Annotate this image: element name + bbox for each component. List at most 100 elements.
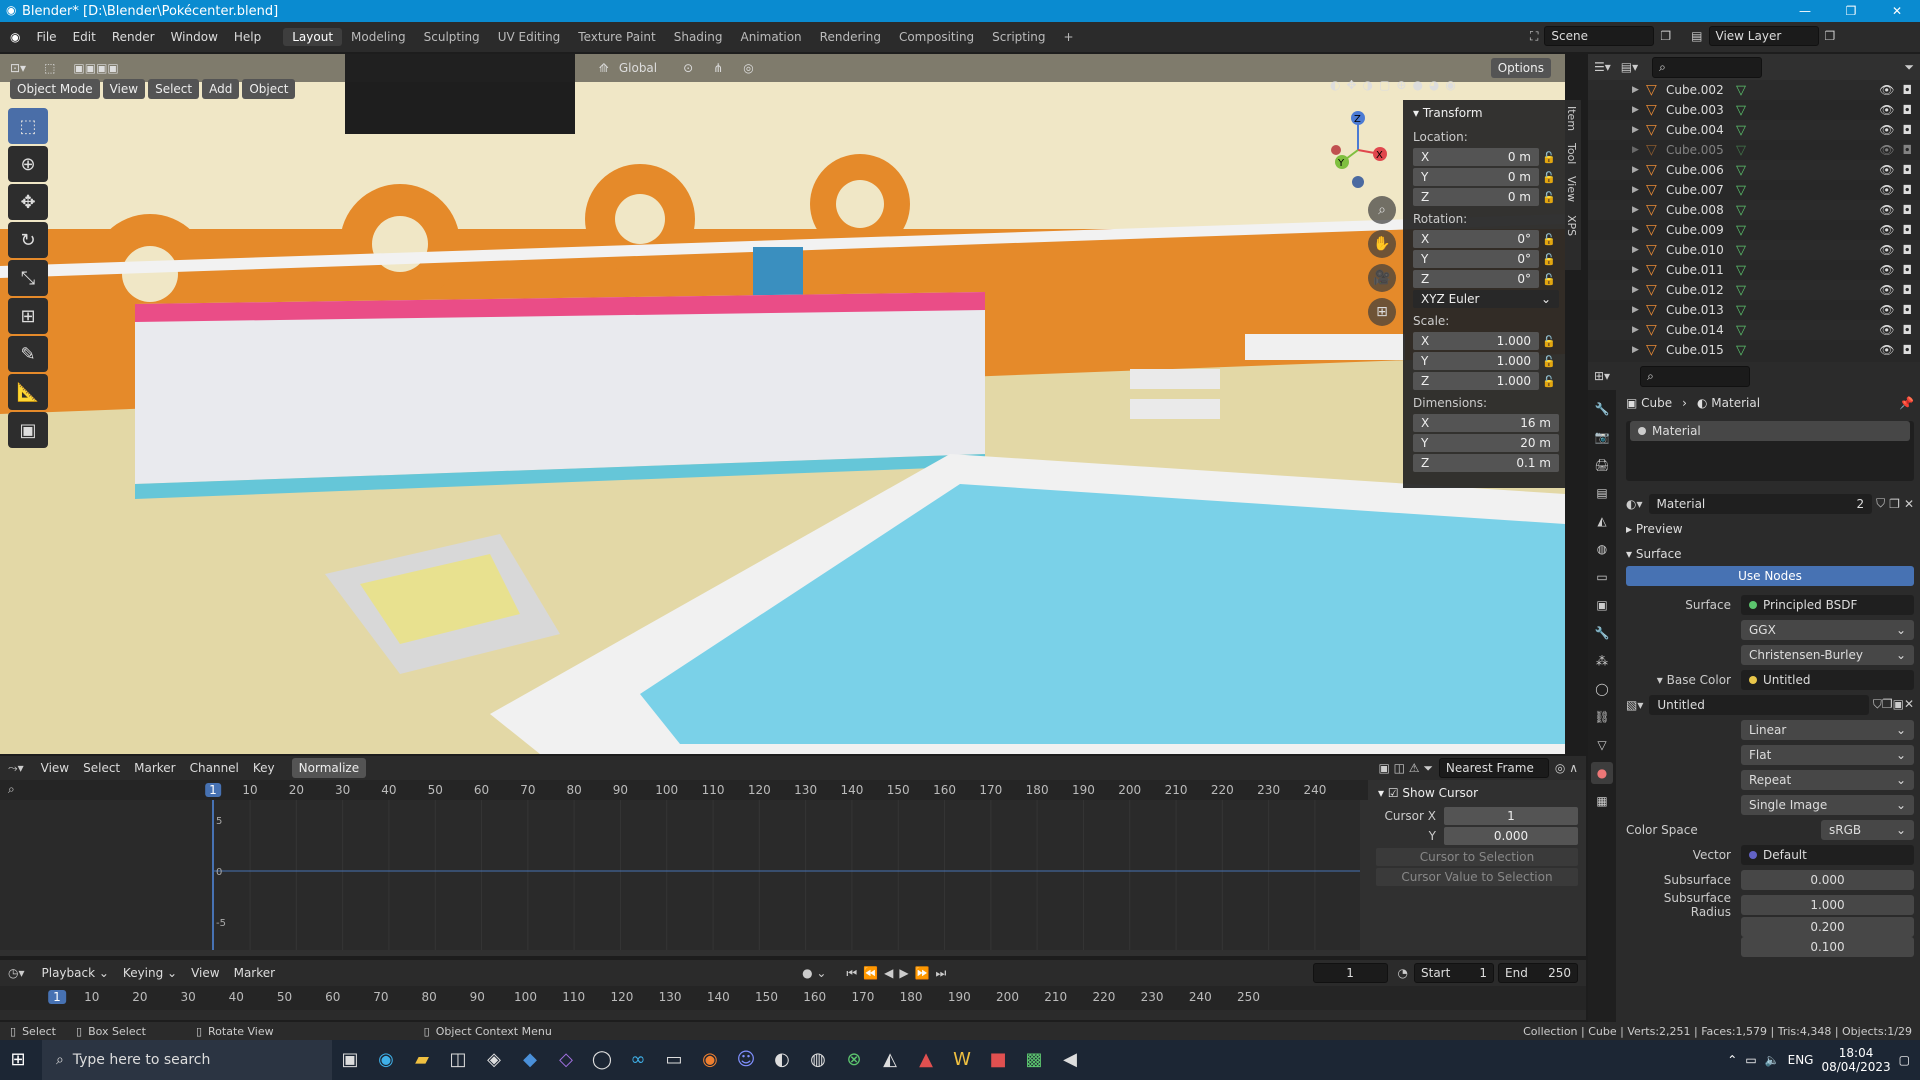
rendered-shading-icon[interactable]: ◉ <box>1445 78 1455 92</box>
eye-icon[interactable]: 👁 <box>1879 83 1894 97</box>
tray-chevron-icon[interactable]: ⌃ <box>1727 1053 1737 1067</box>
menu-object[interactable]: Object <box>242 79 296 99</box>
discord-icon[interactable]: ☺ <box>728 1040 764 1080</box>
source-dropdown[interactable]: Single Image ⌄ <box>1741 794 1914 815</box>
vscode-icon[interactable]: ◆ <box>512 1040 548 1080</box>
fake-user-icon[interactable]: ⛉ <box>1876 496 1885 511</box>
steam-icon[interactable]: ◐ <box>764 1040 800 1080</box>
add-workspace-icon[interactable]: + <box>1055 28 1083 46</box>
camera-icon[interactable]: ◘ <box>1903 183 1913 197</box>
outliner-item[interactable]: ▶ ▽ Cube.005 ▽ 👁 ◘ <box>1588 140 1920 160</box>
terminal-icon[interactable]: ▭ <box>656 1040 692 1080</box>
tab-xps[interactable]: XPS <box>1565 209 1578 242</box>
particles-tab-icon[interactable]: ⁂ <box>1591 650 1613 672</box>
view-layer-tab-icon[interactable]: ▤ <box>1591 482 1613 504</box>
dimensions-x-field[interactable]: X 16 m <box>1413 414 1559 432</box>
location-x-field[interactable]: X0 m <box>1413 148 1539 166</box>
arduino-icon[interactable]: ∞ <box>620 1040 656 1080</box>
outliner-item[interactable]: ▶ ▽ Cube.013 ▽ 👁 ◘ <box>1588 300 1920 320</box>
outliner-item[interactable]: ▶ ▽ Cube.008 ▽ 👁 ◘ <box>1588 200 1920 220</box>
lock-icon[interactable]: 🔓 <box>1539 151 1559 164</box>
mesh-data-icon[interactable]: ▽ <box>1736 223 1756 238</box>
blender-menu-icon[interactable]: ◉ <box>0 30 28 44</box>
expand-icon[interactable]: ▶ <box>1632 205 1646 215</box>
projection-dropdown[interactable]: Flat ⌄ <box>1741 744 1914 765</box>
proportional-edit-icon[interactable]: ◎ <box>743 61 753 75</box>
eye-icon[interactable]: 👁 <box>1879 283 1894 297</box>
modifier-tab-icon[interactable]: 🔧 <box>1591 622 1613 644</box>
surface-shader-field[interactable]: Principled BSDF <box>1741 594 1914 615</box>
constraints-tab-icon[interactable]: ⛓ <box>1591 706 1613 728</box>
network-icon[interactable]: ▭ <box>1745 1053 1756 1067</box>
collection-tab-icon[interactable]: ▭ <box>1591 566 1613 588</box>
scene-tab-icon[interactable]: ◭ <box>1591 510 1613 532</box>
subsurface-field[interactable]: 0.000 <box>1741 869 1914 890</box>
selection-modes-icon[interactable]: ▣▣▣▣ <box>73 61 118 75</box>
camera-icon[interactable]: ◘ <box>1903 223 1913 237</box>
lock-icon[interactable]: 🔓 <box>1539 273 1559 286</box>
tab-compositing[interactable]: Compositing <box>890 28 983 46</box>
graph-area[interactable]: 5 0 -5 <box>0 800 1409 950</box>
adobe-icon[interactable]: ▲ <box>908 1040 944 1080</box>
store-icon[interactable]: ◫ <box>440 1040 476 1080</box>
filter-icon[interactable]: ⏷ <box>1904 60 1914 75</box>
perspective-grid-icon[interactable]: ⊞ <box>1368 298 1396 326</box>
preview-range-icon[interactable]: ◔ <box>1398 966 1408 980</box>
rotation-z-field[interactable]: Z 0° <box>1413 270 1539 288</box>
lock-icon[interactable]: 🔓 <box>1539 233 1559 246</box>
graph-menu-channel[interactable]: Channel <box>183 759 246 777</box>
outliner-item[interactable]: ▶ ▽ Cube.006 ▽ 👁 ◘ <box>1588 160 1920 180</box>
tab-scripting[interactable]: Scripting <box>983 28 1054 46</box>
new-scene-icon[interactable]: ❐ <box>1660 29 1671 43</box>
mesh-data-icon[interactable]: ▽ <box>1736 283 1756 298</box>
camera-icon[interactable]: ◘ <box>1903 103 1913 117</box>
expand-icon[interactable]: ▶ <box>1632 185 1646 195</box>
mesh-data-icon[interactable]: ▽ <box>1736 263 1756 278</box>
expand-icon[interactable]: ▶ <box>1632 125 1646 135</box>
duplicate-icon[interactable]: ❐ <box>1889 497 1900 511</box>
dimensions-z-field[interactable]: Z 0.1 m <box>1413 454 1559 472</box>
outliner-editor-icon[interactable]: ☰▾ <box>1594 60 1611 74</box>
expand-icon[interactable]: ▶ <box>1632 145 1646 155</box>
scale-y-field[interactable]: Y 1.000 <box>1413 352 1539 370</box>
eye-icon[interactable]: 👁 <box>1879 243 1894 257</box>
eye-icon[interactable]: 👁 <box>1879 263 1894 277</box>
subsurface-radius-z[interactable]: 0.100 <box>1741 937 1914 957</box>
move-tool-icon[interactable]: ✥ <box>8 184 48 220</box>
menu-window[interactable]: Window <box>163 30 226 44</box>
keying-menu[interactable]: Keying ⌄ <box>116 964 184 982</box>
base-color-field[interactable]: Untitled <box>1741 669 1914 690</box>
lock-icon[interactable]: 🔓 <box>1539 335 1559 348</box>
wireframe-shading-icon[interactable]: ⊕ <box>1396 78 1406 92</box>
app-red-icon[interactable]: ■ <box>980 1040 1016 1080</box>
cursor-tool-icon[interactable]: ⊕ <box>8 146 48 182</box>
render-tab-icon[interactable]: 📷 <box>1591 426 1613 448</box>
lock-icon[interactable]: 🔓 <box>1539 355 1559 368</box>
camera-icon[interactable]: ◘ <box>1903 143 1913 157</box>
rotation-mode-dropdown[interactable]: XYZ Euler ⌄ <box>1413 290 1559 308</box>
maximize-button[interactable]: ❐ <box>1828 0 1874 22</box>
tab-view[interactable]: View <box>1565 170 1578 208</box>
lock-icon[interactable]: 🔓 <box>1539 375 1559 388</box>
eye-icon[interactable]: 👁 <box>1879 123 1894 137</box>
distribution-dropdown[interactable]: GGX ⌄ <box>1741 619 1914 640</box>
options-button[interactable]: Options <box>1490 58 1551 78</box>
proportional-icon[interactable]: ◎ ∧ <box>1555 761 1578 775</box>
outliner-item[interactable]: ▶ ▽ Cube.007 ▽ 👁 ◘ <box>1588 180 1920 200</box>
material-shading-icon[interactable]: ◕ <box>1429 78 1439 92</box>
camera-icon[interactable]: ◘ <box>1903 83 1913 97</box>
expand-icon[interactable]: ▶ <box>1632 305 1646 315</box>
timeline-ruler[interactable]: 1 10 20 30 40 50 60 70 80 90 100 110 120 130 140 150 160… <box>0 986 1586 1010</box>
mesh-data-icon[interactable]: ▽ <box>1736 243 1756 258</box>
solid-shading-icon[interactable]: ● <box>1412 78 1422 92</box>
playback-menu[interactable]: Playback ⌄ <box>35 964 116 982</box>
snap-dropdown[interactable]: Nearest Frame <box>1438 758 1549 778</box>
gizmo-toggle-icon[interactable]: ✥ <box>1346 78 1356 92</box>
tab-shading[interactable]: Shading <box>665 28 732 46</box>
outliner-item[interactable]: ▶ ▽ Cube.003 ▽ 👁 ◘ <box>1588 100 1920 120</box>
graph-menu-view[interactable]: View <box>34 759 76 777</box>
camera-icon[interactable]: ◘ <box>1903 283 1913 297</box>
expand-icon[interactable]: ▶ <box>1632 245 1646 255</box>
menu-help[interactable]: Help <box>226 30 269 44</box>
playback-controls-icon[interactable]: ⏮⏪◀▶⏩⏭ <box>846 966 952 981</box>
